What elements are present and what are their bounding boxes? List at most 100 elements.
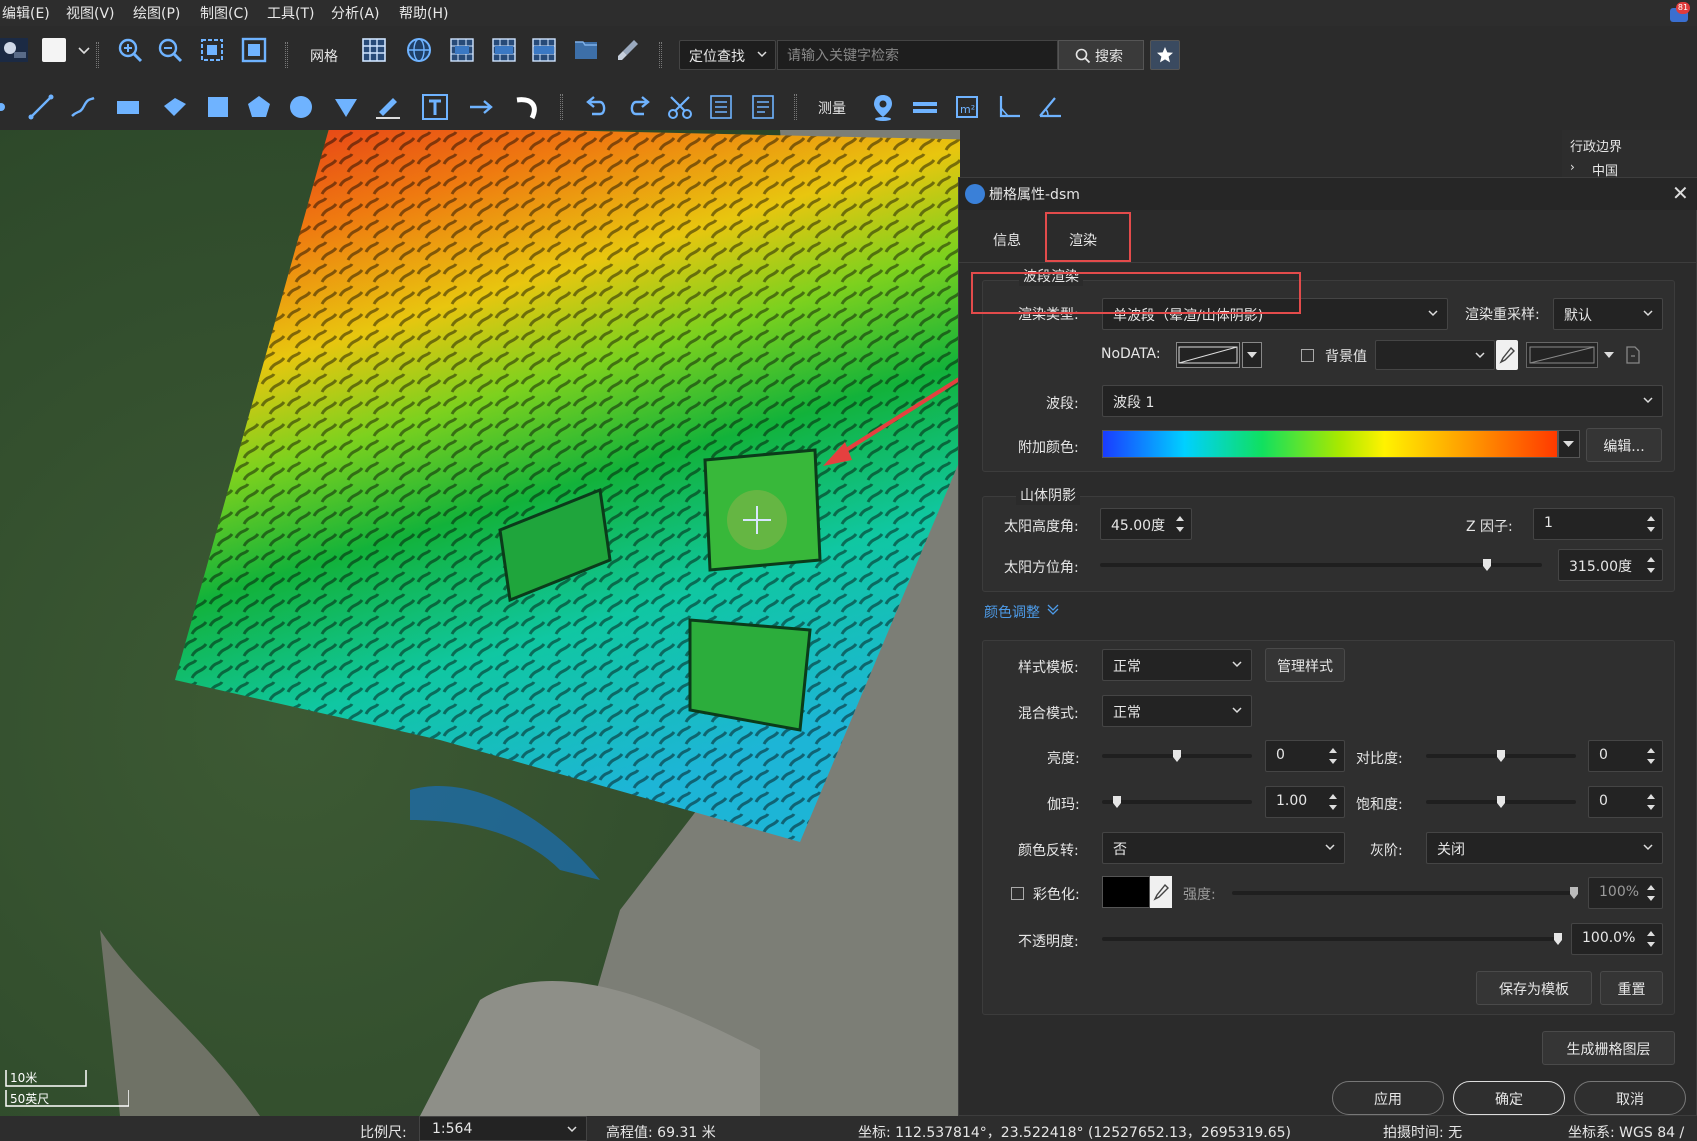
arrow-tool-icon[interactable]: [466, 92, 496, 122]
distance-ruler-icon[interactable]: [910, 92, 940, 122]
menu-view[interactable]: 视图(V): [66, 3, 115, 23]
color-ramp-swatch[interactable]: [1102, 430, 1558, 458]
search-input[interactable]: [777, 40, 1058, 70]
search-button[interactable]: 搜索: [1058, 40, 1144, 70]
background-color-button[interactable]: [1526, 342, 1598, 368]
gamma-slider[interactable]: [1102, 796, 1252, 808]
background-dropdown-button[interactable]: [1600, 342, 1620, 368]
slider-thumb[interactable]: [1173, 750, 1181, 762]
menu-cartography[interactable]: 制图(C): [200, 3, 249, 23]
slider-thumb[interactable]: [1570, 887, 1578, 899]
slider-thumb[interactable]: [1554, 933, 1562, 945]
curve-arrow-icon[interactable]: [512, 92, 542, 122]
notification-button[interactable]: 81: [1668, 2, 1690, 24]
resample-select[interactable]: 默认: [1553, 298, 1663, 330]
sun-altitude-spinbox[interactable]: 45.00度: [1100, 508, 1192, 540]
generate-raster-layer-button[interactable]: 生成栅格图层: [1542, 1031, 1675, 1065]
zoom-out-icon[interactable]: [156, 36, 184, 64]
scissors-icon[interactable]: [665, 92, 695, 122]
attribute-table-icon[interactable]: [748, 92, 778, 122]
redo-icon[interactable]: [624, 92, 654, 122]
brightness-spinbox[interactable]: 0: [1265, 740, 1345, 772]
circle-tool-icon[interactable]: [286, 92, 316, 122]
manage-styles-button[interactable]: 管理样式: [1265, 648, 1345, 682]
edit-color-ramp-button[interactable]: 编辑...: [1586, 428, 1662, 462]
undo-icon[interactable]: [582, 92, 612, 122]
text-tool-icon[interactable]: [420, 92, 450, 122]
saturation-spinbox[interactable]: 0: [1588, 786, 1663, 818]
slider-thumb[interactable]: [1497, 750, 1505, 762]
saturation-slider[interactable]: [1426, 796, 1576, 808]
area-measure-icon[interactable]: m²: [952, 92, 982, 122]
polygon-tool-icon[interactable]: [160, 92, 190, 122]
favorite-button[interactable]: [1150, 40, 1180, 70]
contrast-spinbox[interactable]: 0: [1588, 740, 1663, 772]
km-grid-icon[interactable]: [448, 36, 476, 64]
blend-mode-select[interactable]: 正常: [1102, 695, 1252, 727]
mgrs-grid-icon[interactable]: [530, 36, 558, 64]
cancel-button[interactable]: 取消: [1574, 1081, 1686, 1115]
full-extent-icon[interactable]: [198, 36, 226, 64]
style-template-select[interactable]: 正常: [1102, 649, 1252, 681]
square-tool-icon[interactable]: [203, 92, 233, 122]
point-tool-icon[interactable]: [0, 92, 16, 122]
colorize-color-swatch[interactable]: [1102, 876, 1150, 908]
color-ramp-dropdown-button[interactable]: [1558, 430, 1580, 458]
list-edit-icon[interactable]: [706, 92, 736, 122]
ok-button[interactable]: 确定: [1453, 1081, 1565, 1115]
nodata-color-button[interactable]: [1176, 342, 1240, 368]
locate-mode-select[interactable]: 定位查找: [679, 40, 776, 70]
tab-info[interactable]: 信息: [993, 230, 1021, 250]
triangle-tool-icon[interactable]: [331, 92, 361, 122]
gamma-spinbox[interactable]: 1.00: [1265, 786, 1345, 818]
chevron-down-icon[interactable]: [1046, 602, 1060, 616]
opacity-spinbox[interactable]: 100.0%: [1571, 923, 1663, 955]
contrast-slider[interactable]: [1426, 750, 1576, 762]
slider-thumb[interactable]: [1497, 796, 1505, 808]
close-icon[interactable]: ✕: [1672, 181, 1689, 205]
menu-help[interactable]: 帮助(H): [399, 3, 448, 23]
map-view[interactable]: [0, 130, 960, 1116]
pentagon-tool-icon[interactable]: [244, 92, 274, 122]
rectangle-tool-icon[interactable]: [113, 92, 143, 122]
line-tool-icon[interactable]: [26, 92, 56, 122]
sun-azimuth-slider[interactable]: [1100, 559, 1542, 571]
file-import-icon[interactable]: [1622, 344, 1644, 366]
color-adjust-toggle[interactable]: 颜色调整: [984, 602, 1040, 622]
intensity-spinbox[interactable]: 100%: [1588, 877, 1663, 909]
annotation-tool-icon[interactable]: [373, 92, 403, 122]
height-measure-icon[interactable]: [994, 92, 1024, 122]
menu-analysis[interactable]: 分析(A): [331, 3, 380, 23]
background-value-select[interactable]: [1375, 340, 1495, 370]
brush-icon[interactable]: [614, 36, 642, 64]
grayscale-select[interactable]: 关闭: [1426, 832, 1663, 864]
folder-map-icon[interactable]: [572, 36, 600, 64]
location-pin-icon[interactable]: [868, 92, 898, 122]
brightness-slider[interactable]: [1102, 750, 1252, 762]
nm-grid-icon[interactable]: [490, 36, 518, 64]
colorize-checkbox[interactable]: [1011, 887, 1024, 900]
freehand-line-icon[interactable]: [68, 92, 98, 122]
chevron-down-icon[interactable]: [70, 36, 90, 64]
menu-edit[interactable]: 编辑(E): [2, 3, 50, 23]
slider-thumb[interactable]: [1482, 559, 1491, 571]
band-select[interactable]: 波段 1: [1102, 385, 1663, 417]
expand-arrow-icon[interactable]: ›: [1570, 160, 1575, 174]
angle-measure-icon[interactable]: [1035, 92, 1065, 122]
invert-select[interactable]: 否: [1102, 832, 1345, 864]
sun-azimuth-spinbox[interactable]: 315.00度: [1558, 549, 1663, 581]
opacity-slider[interactable]: [1102, 933, 1562, 945]
reset-button[interactable]: 重置: [1600, 971, 1663, 1005]
apply-button[interactable]: 应用: [1332, 1081, 1444, 1115]
nodata-dropdown-button[interactable]: [1242, 342, 1262, 368]
save-as-template-button[interactable]: 保存为模板: [1476, 971, 1592, 1005]
grid-icon[interactable]: [360, 36, 388, 64]
background-checkbox[interactable]: [1301, 349, 1314, 362]
menu-tools[interactable]: 工具(T): [267, 3, 314, 23]
intensity-slider[interactable]: [1232, 887, 1578, 899]
eyedropper-button[interactable]: [1150, 876, 1172, 908]
slider-thumb[interactable]: [1113, 796, 1121, 808]
z-factor-spinbox[interactable]: 1: [1533, 508, 1663, 540]
fit-window-icon[interactable]: [240, 36, 268, 64]
basemap-thumbnail-icon[interactable]: [0, 36, 28, 64]
